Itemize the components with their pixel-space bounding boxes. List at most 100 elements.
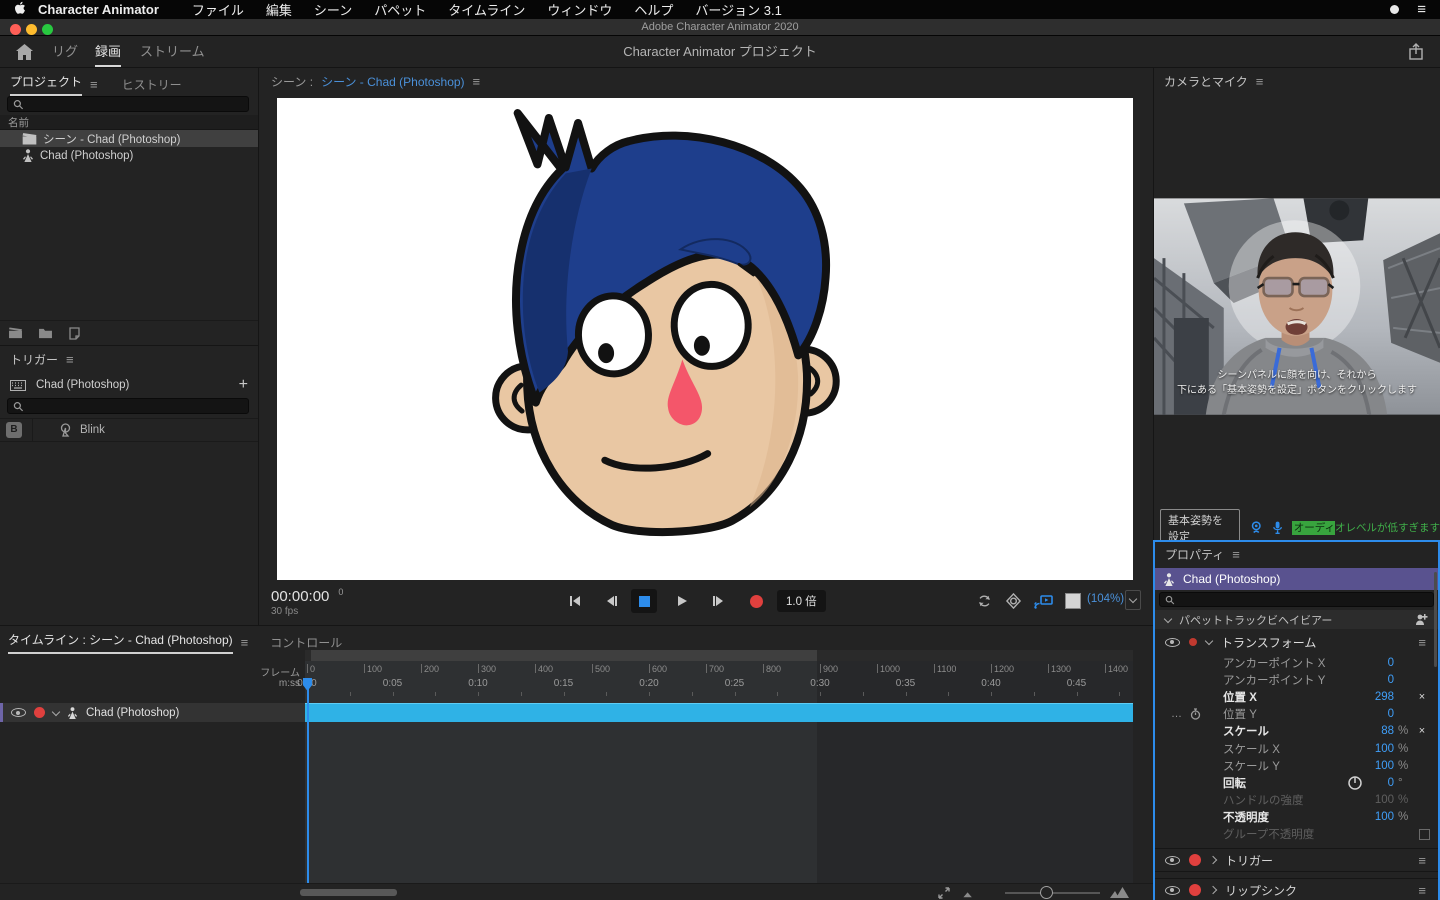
clear-value-button[interactable]: × bbox=[1414, 691, 1430, 703]
visibility-eye-icon[interactable] bbox=[1165, 886, 1180, 895]
transform-menu-icon[interactable]: ≡ bbox=[1418, 636, 1426, 649]
add-trigger-button[interactable]: + bbox=[239, 376, 248, 394]
new-item-icon[interactable] bbox=[68, 327, 81, 340]
visibility-eye-icon[interactable] bbox=[1165, 856, 1180, 865]
previous-frame-button[interactable] bbox=[598, 589, 624, 613]
new-scene-icon[interactable] bbox=[8, 327, 23, 339]
timeline-ruler-times[interactable]: 0:000:050:100:150:200:250:300:350:400:45 bbox=[0, 678, 1153, 690]
visibility-eye-icon[interactable] bbox=[1165, 638, 1180, 647]
tab-timeline[interactable]: タイムライン : シーン - Chad (Photoshop) bbox=[8, 631, 233, 654]
scene-panel-menu-icon[interactable]: ≡ bbox=[473, 75, 481, 88]
section-lipsync[interactable]: リップシンク ≡ bbox=[1155, 878, 1438, 900]
property-value[interactable]: 88 bbox=[1381, 725, 1394, 737]
track-arm-record-icon[interactable] bbox=[34, 707, 45, 718]
project-row-scene[interactable]: シーン - Chad (Photoshop) bbox=[0, 130, 258, 147]
timeline-zoom-slider-knob[interactable] bbox=[1040, 886, 1053, 899]
camera-panel-menu-icon[interactable]: ≡ bbox=[1256, 75, 1264, 88]
trigger-key-badge[interactable]: B bbox=[6, 422, 22, 438]
record-button[interactable] bbox=[743, 589, 769, 613]
zoom-out-mountain-icon[interactable] bbox=[962, 891, 974, 898]
project-search-input[interactable] bbox=[24, 98, 244, 110]
menu-item[interactable]: 編集 bbox=[255, 0, 303, 19]
section-triggers[interactable]: トリガー ≡ bbox=[1155, 848, 1438, 872]
chevron-right-icon[interactable] bbox=[1209, 886, 1217, 894]
tab-stream[interactable]: ストリーム bbox=[140, 36, 205, 67]
keyframe-nav-icons[interactable]: … bbox=[1171, 708, 1201, 720]
add-behavior-icon[interactable] bbox=[1415, 614, 1428, 626]
arm-record-icon[interactable] bbox=[1189, 884, 1201, 896]
home-button[interactable] bbox=[16, 44, 33, 65]
tab-history[interactable]: ヒストリー bbox=[122, 76, 182, 93]
chevron-right-icon[interactable] bbox=[1209, 856, 1217, 864]
menubar-switcher-icon[interactable]: ≡ bbox=[1417, 2, 1426, 17]
next-frame-button[interactable] bbox=[705, 589, 731, 613]
timecode[interactable]: 00:00:00 bbox=[271, 588, 329, 605]
timeline-panel-menu-icon[interactable]: ≡ bbox=[241, 636, 249, 649]
section-menu-icon[interactable]: ≡ bbox=[1418, 884, 1426, 897]
timeline-scroll-thumb[interactable] bbox=[311, 650, 817, 661]
property-value[interactable]: 100 bbox=[1375, 811, 1394, 823]
properties-panel-menu-icon[interactable]: ≡ bbox=[1232, 548, 1240, 561]
close-window-button[interactable] bbox=[10, 24, 21, 35]
group-opacity-checkbox[interactable] bbox=[1419, 829, 1430, 840]
timeline-scroll-strip[interactable] bbox=[305, 650, 1133, 661]
menu-item[interactable]: ウィンドウ bbox=[536, 0, 623, 19]
apple-menu[interactable] bbox=[0, 1, 38, 18]
play-button[interactable] bbox=[669, 589, 695, 613]
project-search[interactable] bbox=[7, 96, 249, 112]
property-value[interactable]: 100 bbox=[1375, 760, 1394, 772]
name-column-header[interactable]: 名前 bbox=[0, 115, 258, 130]
behavior-section-header[interactable]: パペットトラックビヘイビアー bbox=[1155, 610, 1438, 629]
tab-rig[interactable]: リグ bbox=[52, 36, 78, 67]
track-header-chad[interactable]: Chad (Photoshop) bbox=[0, 703, 305, 722]
playhead-line[interactable] bbox=[307, 688, 309, 883]
go-to-start-button[interactable] bbox=[562, 589, 588, 613]
scene-canvas[interactable] bbox=[277, 98, 1133, 580]
menu-item[interactable]: タイムライン bbox=[437, 0, 536, 19]
puppet-pin-button[interactable] bbox=[1000, 589, 1026, 613]
tab-record[interactable]: 録画 bbox=[95, 36, 121, 67]
arm-record-icon[interactable] bbox=[1189, 854, 1201, 866]
fit-timeline-icon[interactable] bbox=[938, 887, 950, 899]
chevron-down-icon[interactable] bbox=[1205, 637, 1213, 645]
menu-item[interactable]: シーン bbox=[303, 0, 363, 19]
minimize-window-button[interactable] bbox=[26, 24, 37, 35]
trigger-search[interactable] bbox=[7, 398, 249, 414]
timeline-h-scrollbar[interactable] bbox=[300, 889, 397, 896]
refresh-scene-button[interactable] bbox=[971, 589, 997, 613]
menu-item[interactable]: ヘルプ bbox=[623, 0, 684, 19]
properties-search-input[interactable] bbox=[1175, 594, 1428, 606]
rotation-dial[interactable] bbox=[1348, 776, 1362, 790]
toggle-background-button[interactable] bbox=[1060, 589, 1086, 613]
menu-item[interactable]: ファイル bbox=[181, 0, 255, 19]
timeline-ruler-frames[interactable]: 0100200300400500600700800900100011001200… bbox=[0, 664, 1153, 676]
rotation-dial-icon[interactable] bbox=[1348, 776, 1362, 790]
stop-button[interactable] bbox=[631, 589, 657, 613]
property-value[interactable]: 100 bbox=[1375, 794, 1394, 806]
new-folder-icon[interactable] bbox=[38, 327, 53, 339]
chevron-down-icon[interactable] bbox=[52, 707, 60, 715]
selected-puppet-row[interactable]: Chad (Photoshop) bbox=[1155, 568, 1438, 590]
zoom-in-mountain-icon[interactable] bbox=[1110, 887, 1130, 898]
track-bar-chad[interactable] bbox=[305, 703, 1133, 722]
track-visibility-icon[interactable] bbox=[11, 708, 26, 717]
property-value[interactable]: 0 bbox=[1388, 708, 1394, 720]
menubar-status-dot[interactable] bbox=[1390, 5, 1399, 14]
properties-search[interactable] bbox=[1159, 592, 1434, 607]
menu-item[interactable]: バージョン 3.1 bbox=[684, 0, 792, 19]
tab-project[interactable]: プロジェクト bbox=[10, 73, 82, 96]
trigger-search-input[interactable] bbox=[24, 400, 244, 412]
project-panel-menu-icon[interactable]: ≡ bbox=[90, 78, 98, 91]
scene-header-name[interactable]: シーン - Chad (Photoshop) bbox=[321, 73, 464, 90]
menu-item[interactable]: パペット bbox=[363, 0, 437, 19]
zoom-window-button[interactable] bbox=[42, 24, 53, 35]
menu-app-name[interactable]: Character Animator bbox=[38, 2, 169, 17]
property-value[interactable]: 0 bbox=[1388, 657, 1394, 669]
section-menu-icon[interactable]: ≡ bbox=[1418, 854, 1426, 867]
keyframe-prev-next-icon[interactable]: … bbox=[1171, 708, 1183, 720]
arm-record-icon[interactable] bbox=[1189, 638, 1197, 646]
share-button[interactable] bbox=[1408, 43, 1424, 66]
triggers-panel-menu-icon[interactable]: ≡ bbox=[66, 353, 74, 366]
property-value[interactable]: 100 bbox=[1375, 743, 1394, 755]
camera-input-icon[interactable] bbox=[1250, 520, 1262, 535]
